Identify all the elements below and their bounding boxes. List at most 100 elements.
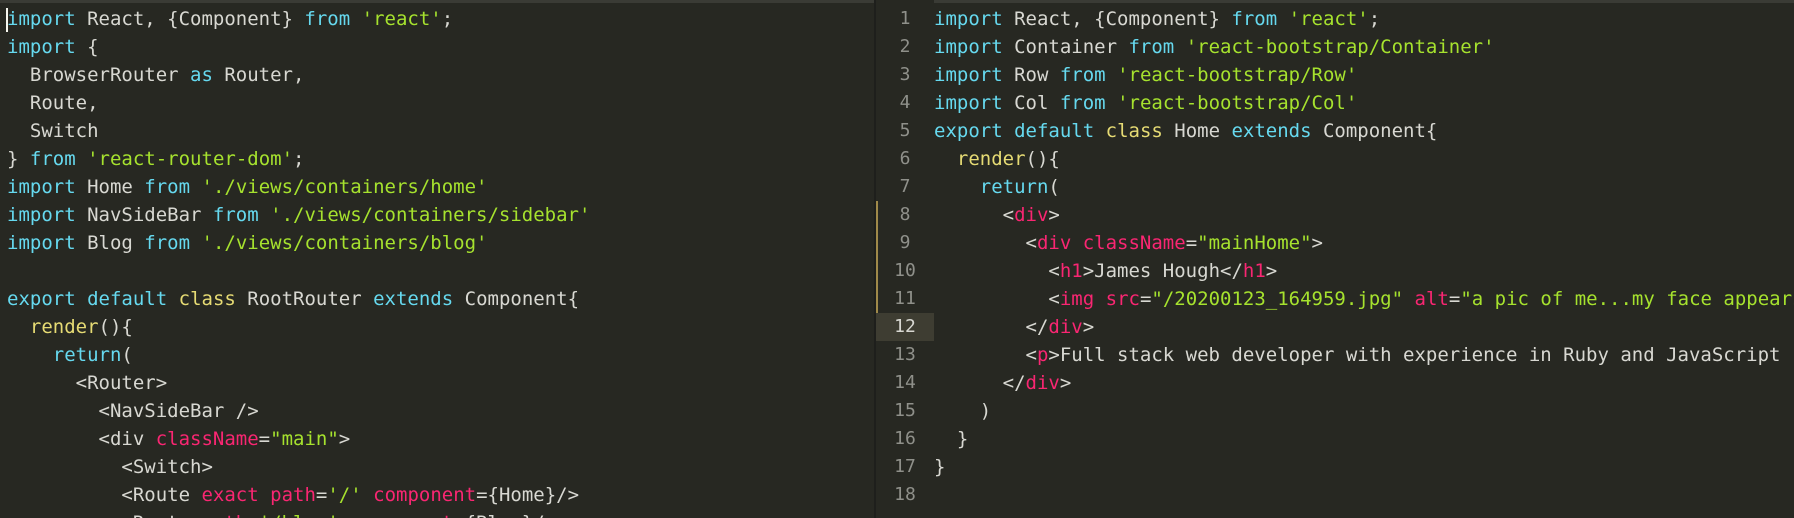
code-token: className (155, 428, 259, 450)
code-token: './views/containers/sidebar' (270, 204, 591, 226)
code-line[interactable]: render(){ (934, 145, 1060, 173)
code-token: <div (7, 428, 156, 450)
code-token: return (979, 176, 1049, 198)
code-token: from (144, 232, 191, 254)
code-token: 'react-bootstrap/Container' (1185, 36, 1495, 58)
code-token: = (315, 484, 328, 506)
code-line[interactable]: <NavSideBar /> (7, 397, 259, 425)
code-token: = (1448, 288, 1461, 310)
line-number: 10 (876, 257, 934, 285)
code-token: ={Blog}/> (453, 512, 556, 518)
code-line[interactable]: BrowserRouter as Router, (7, 61, 305, 89)
code-token: Component{ (1311, 120, 1438, 142)
code-line[interactable]: <div className="mainHome"> (934, 229, 1323, 257)
code-line[interactable]: } (934, 453, 945, 481)
code-line[interactable]: return( (7, 341, 133, 369)
line-number: 7 (899, 176, 911, 197)
code-line[interactable]: ) (934, 397, 991, 425)
left-editor-pane[interactable]: import React, {Component} from 'react'; i… (0, 0, 874, 518)
code-token: img (1059, 288, 1095, 310)
code-token: from (304, 8, 351, 30)
code-token: from (1059, 64, 1106, 86)
code-token: div (1048, 316, 1083, 338)
code-token: Home (1162, 120, 1232, 142)
code-token: </ (934, 316, 1049, 338)
code-token: p (1036, 344, 1049, 366)
code-token: "/20200123_164959.jpg" (1151, 288, 1404, 310)
code-token: >James Hough</ (1082, 260, 1243, 282)
code-token: Route, (7, 92, 99, 114)
code-line[interactable]: <Route path='/blog' component={Blog}/> (7, 509, 556, 518)
code-token: (){ (1025, 148, 1060, 170)
code-token: from (1231, 8, 1278, 30)
code-token: default (1014, 120, 1095, 142)
code-token: ( (1048, 176, 1060, 198)
right-editor-pane[interactable]: 1 2 3 4 5 6 7 8 9 10 11 12 13 14 15 16 17 18 import React… (876, 0, 1794, 518)
code-token: } (934, 428, 969, 450)
code-line[interactable]: </div> (934, 313, 1095, 341)
code-line[interactable]: <Router> (7, 369, 168, 397)
code-token: RootRouter (235, 288, 374, 310)
code-token: ; (1368, 8, 1381, 30)
code-token: from (29, 148, 76, 170)
code-token: import (7, 176, 76, 198)
code-token: import (934, 92, 1003, 114)
code-token: '/' (327, 484, 362, 506)
code-line[interactable]: import Blog from './views/containers/blo… (7, 229, 487, 257)
code-token: 'react' (1288, 8, 1369, 30)
code-line[interactable]: import NavSideBar from './views/containe… (7, 201, 590, 229)
code-line[interactable]: import Container from 'react-bootstrap/C… (934, 33, 1495, 61)
code-line[interactable]: } from 'react-router-dom'; (7, 145, 304, 173)
code-line[interactable]: <h1>James Hough</h1> (934, 257, 1277, 285)
code-token: class (178, 288, 236, 310)
code-token: render (29, 316, 99, 338)
code-line[interactable]: <div> (934, 201, 1060, 229)
code-line[interactable]: import Col from 'react-bootstrap/Col' (934, 89, 1357, 117)
code-line[interactable]: import React, {Component} from 'react'; (7, 5, 453, 33)
code-line[interactable]: export default class Home extends Compon… (934, 117, 1437, 145)
code-token: exact (201, 484, 259, 506)
code-token: > (1265, 260, 1278, 282)
code-line[interactable]: return( (934, 173, 1060, 201)
code-line[interactable]: Route, (7, 89, 99, 117)
line-number: 15 (894, 400, 916, 421)
code-token: } (7, 148, 30, 170)
code-token: Container (1002, 36, 1129, 58)
code-line[interactable]: <Route exact path='/' component={Home}/> (7, 481, 579, 509)
code-token: <Route (7, 512, 201, 518)
code-editor-window: import React, {Component} from 'react'; i… (0, 0, 1794, 518)
code-token: <NavSideBar /> (7, 400, 259, 422)
code-line[interactable]: <Switch> (7, 453, 213, 481)
code-token: ( (121, 344, 133, 366)
code-line[interactable]: import { (7, 33, 99, 61)
code-token: div (1025, 372, 1060, 394)
code-line[interactable]: <div className="main"> (7, 425, 351, 453)
code-token: './views/containers/blog' (201, 232, 488, 254)
code-line[interactable]: render(){ (7, 313, 133, 341)
code-line[interactable]: Switch (7, 117, 99, 145)
line-number: 1 (899, 8, 911, 29)
code-token: 'react' (361, 8, 442, 30)
code-line[interactable]: </div> (934, 369, 1072, 397)
code-line[interactable]: import Row from 'react-bootstrap/Row' (934, 61, 1357, 89)
code-token: > (1048, 204, 1060, 226)
code-line[interactable]: export default class RootRouter extends … (7, 285, 579, 313)
code-line[interactable]: import React, {Component} from 'react'; (934, 5, 1380, 33)
code-token: < (934, 232, 1037, 254)
code-line[interactable]: import Home from './views/containers/hom… (7, 173, 487, 201)
line-number: 8 (876, 201, 934, 229)
code-line[interactable]: <img src="/20200123_164959.jpg" alt="a p… (934, 285, 1794, 313)
code-line[interactable]: } (934, 425, 968, 453)
line-number: 17 (894, 456, 916, 477)
line-number-gutter: 1 2 3 4 5 6 7 8 9 10 11 12 13 14 15 16 17 18 (876, 0, 934, 518)
code-line[interactable]: <p>Full stack web developer with experie… (934, 341, 1781, 369)
code-token: './views/containers/home' (201, 176, 488, 198)
